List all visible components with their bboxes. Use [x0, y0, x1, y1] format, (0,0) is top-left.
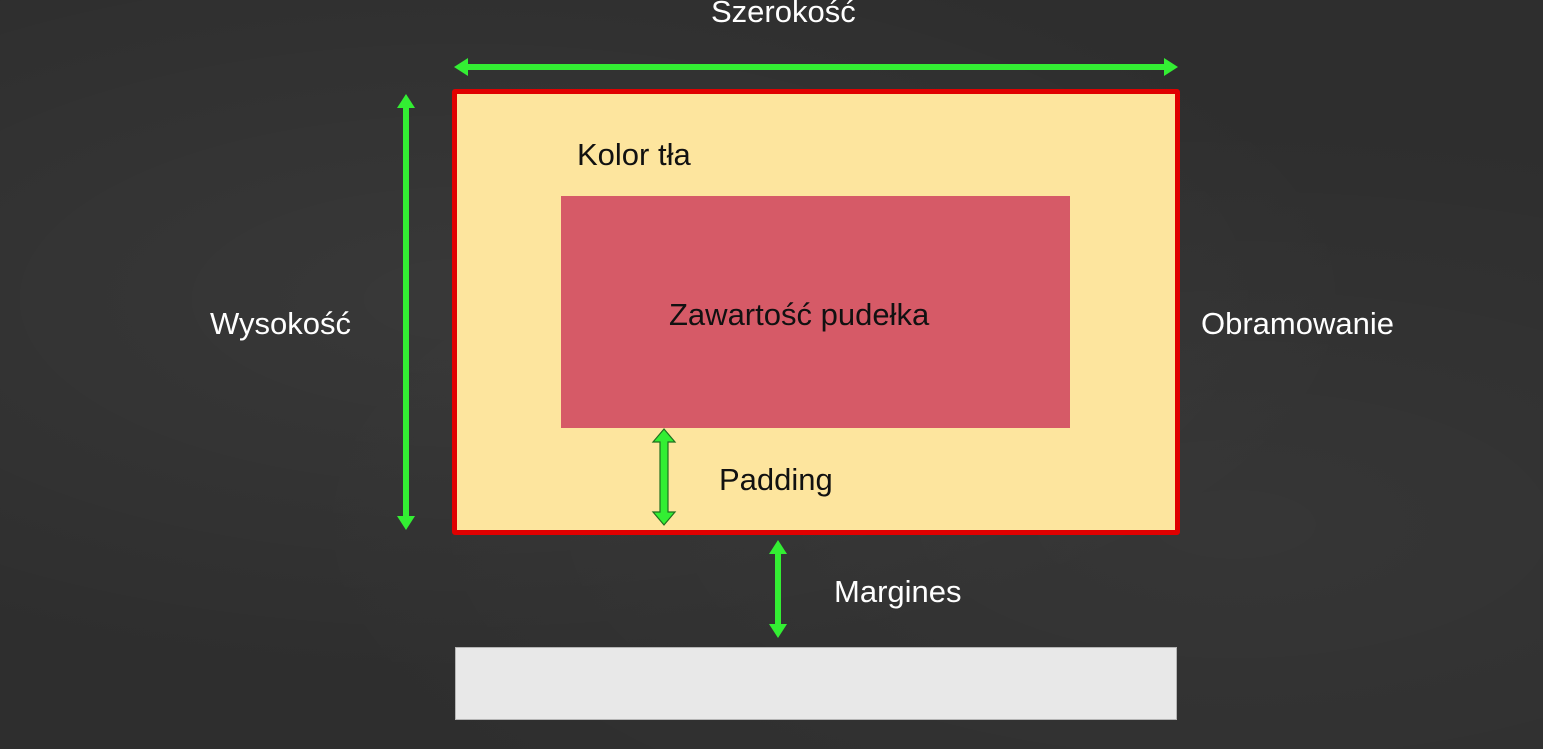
height-arrow	[397, 94, 415, 530]
box-model-diagram: Szerokość Wysokość Obramowanie Kolor tła…	[0, 0, 1543, 749]
width-label: Szerokość	[711, 0, 856, 29]
margin-label: Margines	[834, 574, 962, 609]
padding-label: Padding	[719, 462, 833, 497]
width-arrow	[454, 58, 1178, 76]
background-color-label: Kolor tła	[577, 137, 691, 172]
next-box	[455, 647, 1177, 720]
height-label: Wysokość	[210, 306, 351, 341]
margin-arrow	[769, 540, 787, 638]
padding-arrow	[651, 428, 677, 526]
content-label: Zawartość pudełka	[669, 297, 930, 332]
border-label: Obramowanie	[1201, 306, 1394, 341]
